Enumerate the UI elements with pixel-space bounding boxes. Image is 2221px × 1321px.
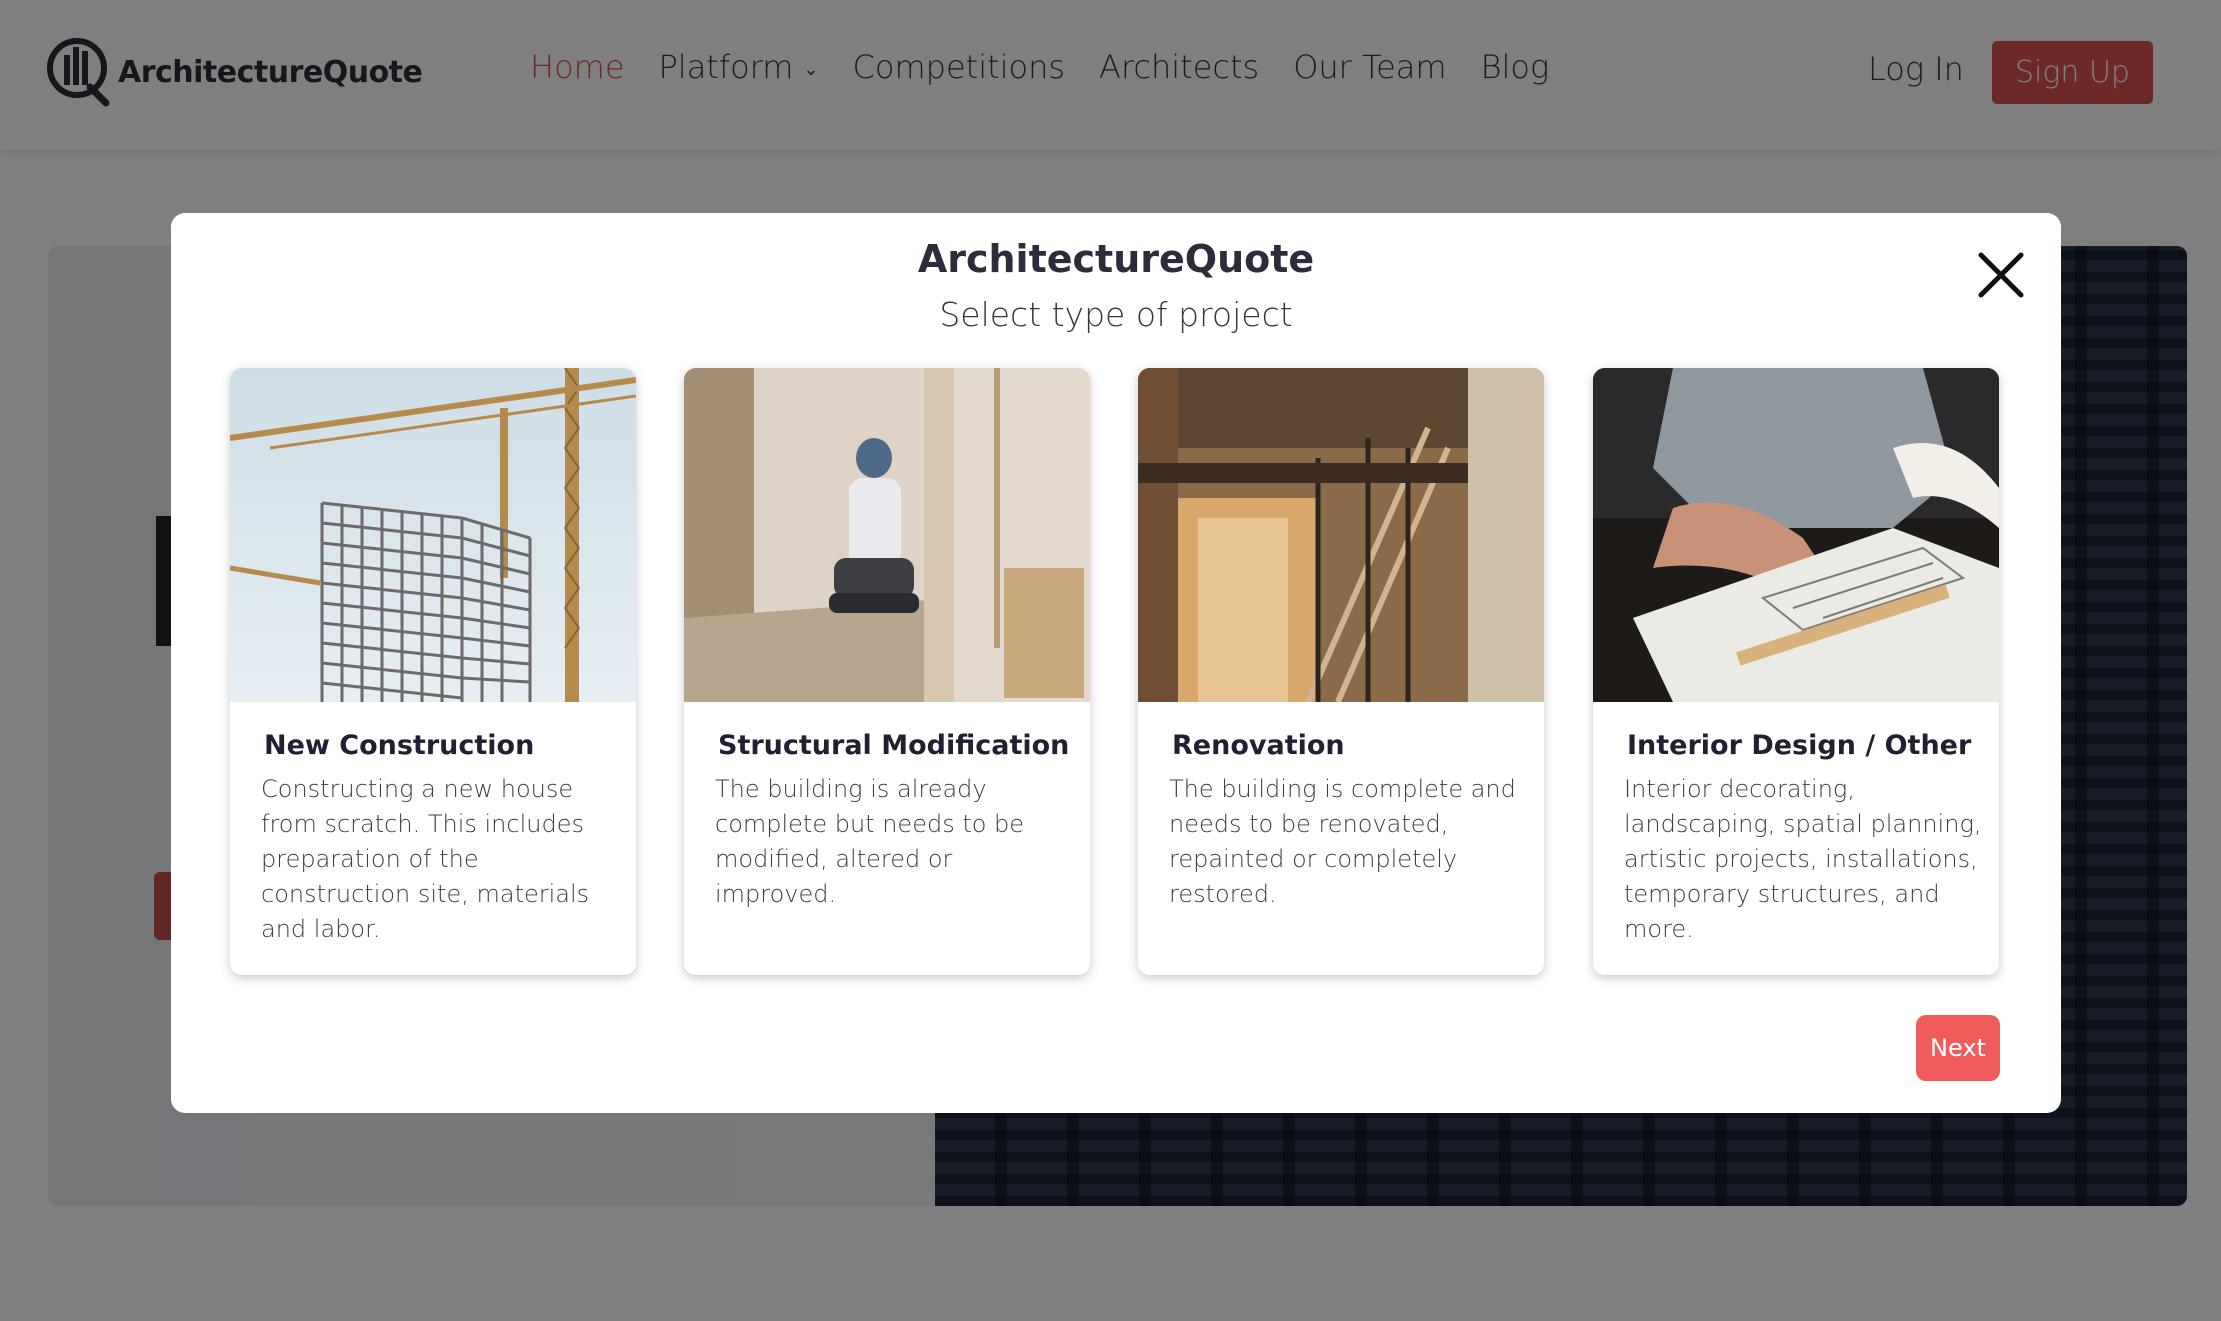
renovation-scaffold-photo	[1138, 368, 1544, 702]
worker-interior-photo	[684, 368, 1090, 702]
drafting-blueprint-photo	[1593, 368, 1999, 702]
card-title: New Construction	[264, 730, 535, 761]
close-icon[interactable]	[1971, 245, 2031, 305]
project-card-interior-design-other[interactable]: Interior Design / Other Interior decorat…	[1593, 368, 1999, 975]
card-description: Interior decorating, landscaping, spatia…	[1624, 775, 1982, 943]
card-title: Renovation	[1172, 730, 1345, 761]
project-card-structural-modification[interactable]: Structural Modification The building is …	[684, 368, 1090, 975]
card-title: Interior Design / Other	[1627, 730, 1972, 761]
project-type-modal: ArchitectureQuote Select type of project	[171, 213, 2061, 1113]
modal-title: ArchitectureQuote	[917, 237, 1315, 281]
project-card-new-construction[interactable]: New Construction Constructing a new hous…	[230, 368, 636, 975]
card-description: Constructing a new house from scratch. T…	[261, 775, 590, 943]
next-button[interactable]: Next	[1916, 1015, 2000, 1081]
crane-construction-photo	[230, 368, 636, 702]
modal-subtitle: Select type of project	[939, 295, 1293, 334]
project-card-renovation[interactable]: Renovation The building is complete and …	[1138, 368, 1544, 975]
card-description: The building is already complete but nee…	[715, 775, 1025, 908]
card-description: The building is complete and needs to be…	[1169, 775, 1516, 908]
card-title: Structural Modification	[718, 730, 1070, 761]
